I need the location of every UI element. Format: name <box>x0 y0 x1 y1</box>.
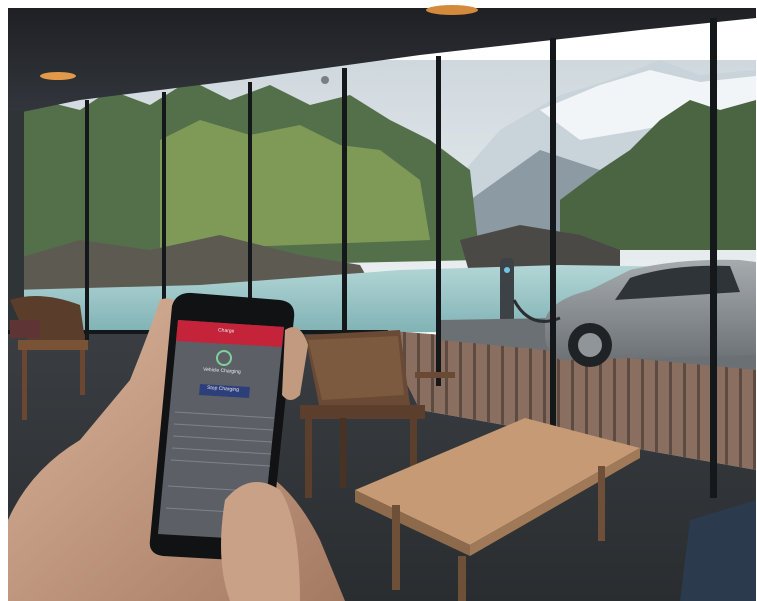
ceiling-light-left <box>40 72 76 80</box>
charging-post-light <box>504 267 510 273</box>
electric-car-front-rim <box>578 333 602 357</box>
ceiling-light-center <box>426 5 478 15</box>
photo-scene <box>0 0 757 601</box>
ceiling-spot <box>321 76 329 84</box>
